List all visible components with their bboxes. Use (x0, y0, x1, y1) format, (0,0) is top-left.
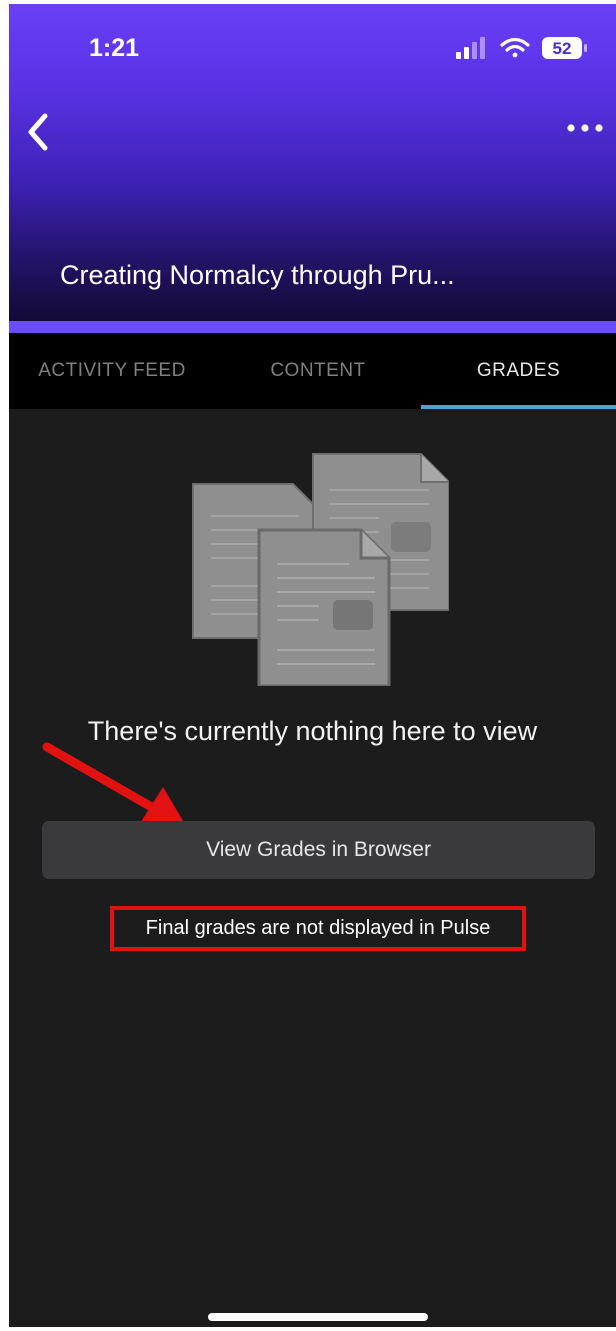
course-header: 1:21 52 Creating Normalcy through Pru... (9, 4, 616, 321)
final-grades-notice: Final grades are not displayed in Pulse (110, 906, 526, 951)
app-screen: 1:21 52 Creating Normalcy through Pru...… (9, 4, 616, 1327)
more-horizontal-icon (567, 124, 603, 132)
final-grades-notice-text: Final grades are not displayed in Pulse (145, 917, 491, 939)
home-indicator[interactable] (208, 1313, 428, 1321)
status-time: 1:21 (89, 34, 140, 62)
tab-bar: ACTIVITY FEED CONTENT GRADES (9, 333, 616, 409)
chevron-left-icon (28, 113, 48, 151)
document-front (257, 528, 391, 686)
status-icons: 52 (456, 37, 587, 59)
battery-icon: 52 (542, 37, 587, 59)
back-button[interactable] (23, 108, 53, 156)
tab-activity-feed[interactable]: ACTIVITY FEED (9, 333, 215, 409)
svg-text:52: 52 (553, 39, 572, 58)
accent-bar (9, 321, 616, 333)
tab-content[interactable]: CONTENT (215, 333, 421, 409)
course-title: Creating Normalcy through Pru... (60, 260, 455, 290)
signal-icon (456, 37, 485, 59)
documents-stack-icon (192, 453, 449, 686)
view-grades-in-browser-button[interactable]: View Grades in Browser (42, 821, 595, 879)
wifi-icon (500, 37, 530, 58)
more-options-button[interactable] (565, 116, 609, 140)
view-grades-button-label: View Grades in Browser (206, 838, 431, 861)
tab-grades[interactable]: GRADES (421, 333, 616, 409)
active-tab-indicator (421, 405, 616, 409)
